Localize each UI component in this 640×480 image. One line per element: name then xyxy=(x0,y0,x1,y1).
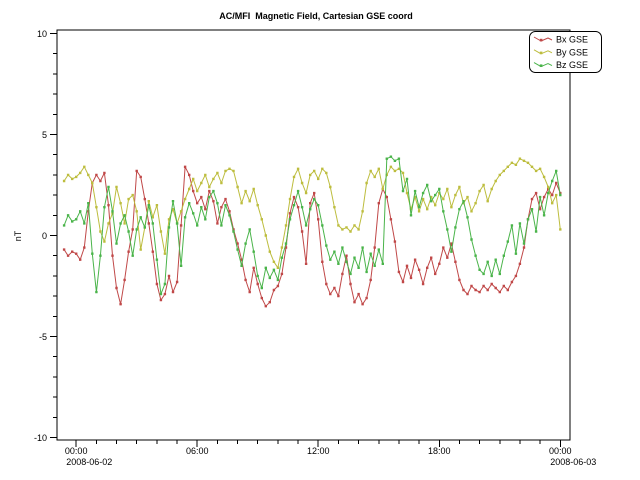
x-tick-label: 12:00 xyxy=(307,446,330,456)
bz-gse-line xyxy=(64,157,560,294)
x-date-label: 2008-06-03 xyxy=(550,457,596,467)
legend-marker xyxy=(540,52,543,55)
chart-page: AC/MFI Magnetic Field, Cartesian GSE coo… xyxy=(0,0,640,480)
legend-label: By GSE xyxy=(556,47,588,57)
legend-marker xyxy=(540,64,543,67)
x-tick-label: 00:00 xyxy=(65,446,88,456)
y-tick-label: 0 xyxy=(42,231,47,241)
bx-gse-markers xyxy=(63,166,562,308)
y-tick-label: -10 xyxy=(34,433,47,443)
y-axis-label: nT xyxy=(13,230,23,241)
legend-label: Bz GSE xyxy=(556,60,588,70)
x-date-label: 2008-06-02 xyxy=(66,457,112,467)
y-tick-label: 10 xyxy=(37,29,47,39)
bx-gse-line xyxy=(64,167,560,306)
y-tick-label: -5 xyxy=(39,332,47,342)
legend-label: Bx GSE xyxy=(556,35,588,45)
legend: Bx GSE By GSE Bz GSE xyxy=(530,32,602,73)
by-gse-markers xyxy=(63,158,562,270)
y-tick-label: 5 xyxy=(42,130,47,140)
x-axis: 00:002008-06-0206:0012:0018:0000:002008-… xyxy=(65,440,596,467)
plot-frame xyxy=(57,30,570,440)
chart-title: AC/MFI Magnetic Field, Cartesian GSE coo… xyxy=(219,11,413,21)
y-axis: 10 5 0 -5 -10 xyxy=(34,29,57,443)
x-tick-label: 06:00 xyxy=(186,446,209,456)
x-tick-label: 18:00 xyxy=(428,446,451,456)
magnetic-field-chart: AC/MFI Magnetic Field, Cartesian GSE coo… xyxy=(0,0,640,480)
by-gse-line xyxy=(64,159,560,268)
x-tick-label: 00:00 xyxy=(549,446,572,456)
data-series xyxy=(63,156,562,308)
legend-marker xyxy=(540,39,543,42)
